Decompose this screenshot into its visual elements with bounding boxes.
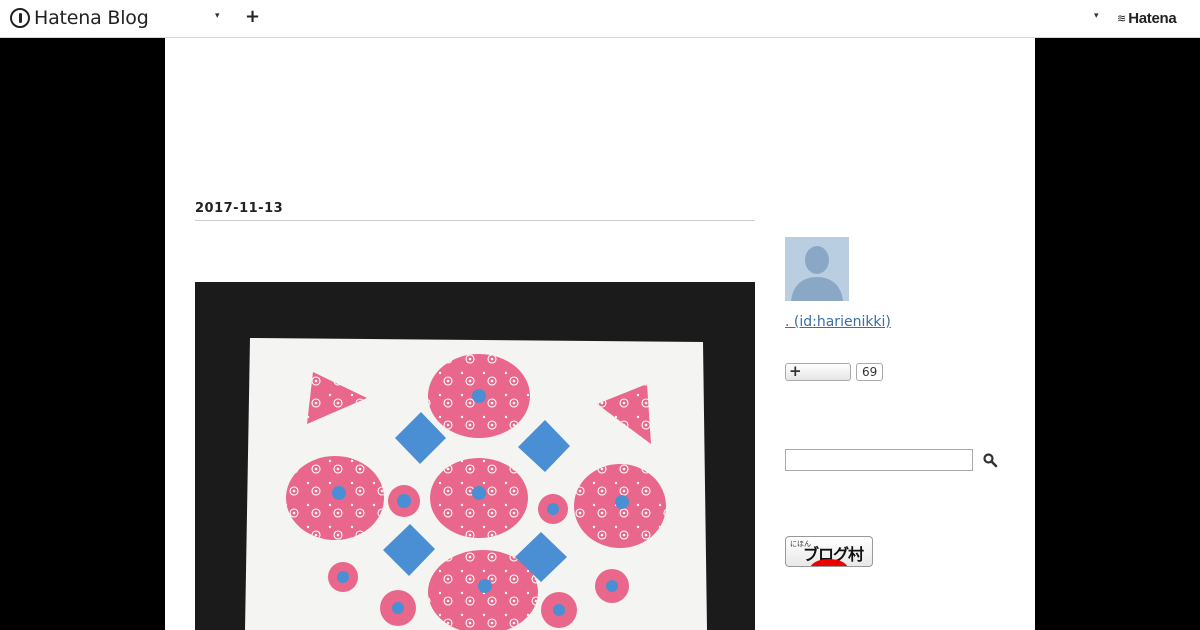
hatena-blog-logo[interactable]: Hatena Blog — [10, 7, 149, 29]
hatena-bookmark-button[interactable]: + — [785, 362, 851, 381]
add-plus-icon[interactable]: + — [245, 6, 260, 27]
entry-date[interactable]: 2017-11-13 — [195, 201, 755, 221]
global-header: Hatena Blog ▾ + ▾ ≋ Hatena — [0, 0, 1200, 38]
entry-photo — [195, 282, 755, 630]
blogmura-banner[interactable]: にほん ブログ村 — [785, 536, 873, 567]
hatena-logo-text: Hatena — [1128, 10, 1177, 27]
bookmark-count[interactable]: 69 — [856, 363, 884, 381]
menu-caret-icon[interactable]: ▾ — [215, 11, 220, 21]
user-menu-caret-icon[interactable]: ▾ — [1094, 11, 1099, 21]
search-input[interactable] — [785, 449, 973, 471]
hatena-blog-mark-icon — [10, 8, 30, 28]
profile-avatar[interactable] — [785, 237, 849, 301]
default-user-icon — [785, 237, 849, 301]
craft-photo-svg — [195, 282, 755, 630]
hatena-mark-icon: ≋ — [1117, 12, 1127, 25]
bookmark-plus-icon: + — [789, 362, 802, 380]
blog-page: 2017-11-13 . (id:harienikki) + 69 にほん ブロ… — [165, 38, 1035, 630]
brand-text: Hatena Blog — [34, 7, 149, 29]
hatena-logo[interactable]: ≋ Hatena — [1117, 10, 1177, 27]
search-icon[interactable] — [982, 452, 998, 468]
profile-id-link[interactable]: . (id:harienikki) — [785, 314, 891, 330]
